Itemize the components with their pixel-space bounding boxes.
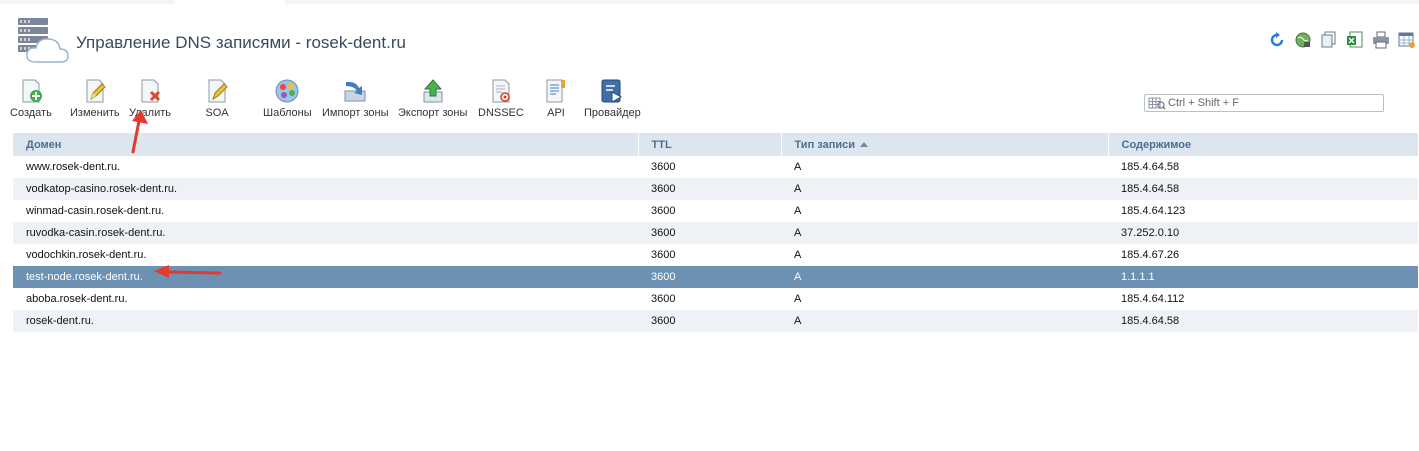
cell-type: A: [781, 200, 1108, 222]
active-tab-mark: [175, 0, 285, 4]
copy-icon[interactable]: [1320, 31, 1338, 49]
cell-domain: aboba.rosek-dent.ru.: [13, 288, 638, 310]
search-input[interactable]: [1166, 96, 1376, 110]
table-row[interactable]: vodkatop-casino.rosek-dent.ru. 3600 A 18…: [13, 178, 1418, 200]
delete-icon: [141, 79, 161, 103]
provider-label: Провайдер: [584, 107, 641, 119]
cell-ttl: 3600: [638, 266, 781, 288]
api-button[interactable]: API: [543, 78, 569, 119]
table-row-selected[interactable]: test-node.rosek-dent.ru. 3600 A 1.1.1.1: [13, 266, 1418, 288]
cell-ttl: 3600: [638, 244, 781, 266]
templates-button[interactable]: Шаблоны: [263, 78, 312, 119]
export-label: Экспорт зоны: [398, 107, 468, 119]
table-row[interactable]: rosek-dent.ru. 3600 A 185.4.64.58: [13, 310, 1418, 332]
import-icon: [344, 81, 366, 102]
delete-button[interactable]: Удалить: [129, 78, 171, 119]
table-row[interactable]: vodochkin.rosek-dent.ru. 3600 A 185.4.67…: [13, 244, 1418, 266]
column-header-content[interactable]: Содержимое: [1108, 133, 1418, 156]
column-header-type[interactable]: Тип записи: [781, 133, 1109, 156]
provider-icon: [601, 79, 623, 103]
cell-type: A: [781, 156, 1108, 178]
api-label: API: [547, 107, 565, 119]
cell-domain: vodkatop-casino.rosek-dent.ru.: [13, 178, 638, 200]
soa-icon: [208, 79, 228, 103]
dns-server-cloud-icon: [18, 18, 69, 63]
cell-content: 185.4.67.26: [1108, 244, 1418, 266]
column-header-label: Домен: [26, 138, 62, 151]
cell-type: A: [781, 310, 1108, 332]
cell-type: A: [781, 178, 1108, 200]
cell-content: 185.4.64.58: [1108, 156, 1418, 178]
search-grid-icon: [1148, 97, 1166, 110]
templates-label: Шаблоны: [263, 107, 312, 119]
table-row[interactable]: www.rosek-dent.ru. 3600 A 185.4.64.58: [13, 156, 1418, 178]
cell-domain: winmad-casin.rosek-dent.ru.: [13, 200, 638, 222]
cell-ttl: 3600: [638, 222, 781, 244]
excel-export-icon[interactable]: [1346, 31, 1364, 49]
cell-ttl: 3600: [638, 288, 781, 310]
cell-content: 185.4.64.123: [1108, 200, 1418, 222]
cell-ttl: 3600: [638, 200, 781, 222]
create-icon: [22, 79, 42, 103]
cell-ttl: 3600: [638, 178, 781, 200]
table-header-row: Домен TTL Тип записи Содержимое: [13, 133, 1418, 156]
cell-content: 185.4.64.112: [1108, 288, 1418, 310]
cell-content: 185.4.64.58: [1108, 310, 1418, 332]
column-header-ttl[interactable]: TTL: [638, 133, 782, 156]
create-button[interactable]: Создать: [10, 78, 52, 119]
column-header-label: Содержимое: [1121, 138, 1192, 151]
edit-icon: [86, 79, 106, 103]
table-row[interactable]: winmad-casin.rosek-dent.ru. 3600 A 185.4…: [13, 200, 1418, 222]
top-strip: [0, 0, 1419, 4]
delete-label: Удалить: [129, 107, 171, 119]
column-header-label: TTL: [651, 138, 672, 151]
cell-content: 37.252.0.10: [1108, 222, 1418, 244]
column-header-domain[interactable]: Домен: [13, 133, 639, 156]
cell-domain: test-node.rosek-dent.ru.: [13, 266, 638, 288]
table-row[interactable]: ruvodka-casin.rosek-dent.ru. 3600 A 37.2…: [13, 222, 1418, 244]
api-icon: [546, 79, 565, 103]
provider-button[interactable]: Провайдер: [584, 78, 641, 119]
dnssec-icon: [492, 79, 510, 103]
refresh-icon[interactable]: [1268, 31, 1286, 49]
page-header: Управление DNS записями - rosek-dent.ru: [16, 16, 1416, 66]
dnssec-label: DNSSEC: [478, 107, 524, 119]
cell-content: 1.1.1.1: [1108, 266, 1418, 288]
export-zone-button[interactable]: Экспорт зоны: [398, 78, 467, 119]
cell-type: A: [781, 244, 1108, 266]
cell-domain: www.rosek-dent.ru.: [13, 156, 638, 178]
cell-type: A: [781, 288, 1108, 310]
export-icon: [423, 79, 443, 103]
table-settings-icon[interactable]: [1398, 31, 1416, 49]
edit-button[interactable]: Изменить: [70, 78, 120, 119]
page-title: Управление DNS записями - rosek-dent.ru: [76, 33, 406, 52]
print-icon[interactable]: [1372, 31, 1390, 49]
create-label: Создать: [10, 107, 52, 119]
sort-ascending-icon: [860, 141, 868, 147]
cell-content: 185.4.64.58: [1108, 178, 1418, 200]
dnssec-button[interactable]: DNSSEC: [478, 78, 524, 119]
globe-icon[interactable]: [1294, 31, 1312, 49]
dns-records-table: Домен TTL Тип записи Содержимое www.rose…: [13, 133, 1418, 332]
cell-ttl: 3600: [638, 310, 781, 332]
cell-ttl: 3600: [638, 156, 781, 178]
templates-icon: [275, 79, 299, 103]
soa-button[interactable]: SOA: [204, 78, 230, 119]
cell-domain: vodochkin.rosek-dent.ru.: [13, 244, 638, 266]
search-box[interactable]: [1144, 94, 1384, 112]
cell-domain: ruvodka-casin.rosek-dent.ru.: [13, 222, 638, 244]
soa-label: SOA: [205, 107, 229, 119]
import-zone-button[interactable]: Импорт зоны: [322, 78, 389, 119]
top-icon-bar: [1268, 31, 1416, 49]
table-row[interactable]: aboba.rosek-dent.ru. 3600 A 185.4.64.112: [13, 288, 1418, 310]
column-header-label: Тип записи: [794, 138, 856, 151]
cell-type: A: [781, 222, 1108, 244]
edit-label: Изменить: [70, 107, 120, 119]
cell-domain: rosek-dent.ru.: [13, 310, 638, 332]
cell-type: A: [781, 266, 1108, 288]
import-label: Импорт зоны: [322, 107, 389, 119]
